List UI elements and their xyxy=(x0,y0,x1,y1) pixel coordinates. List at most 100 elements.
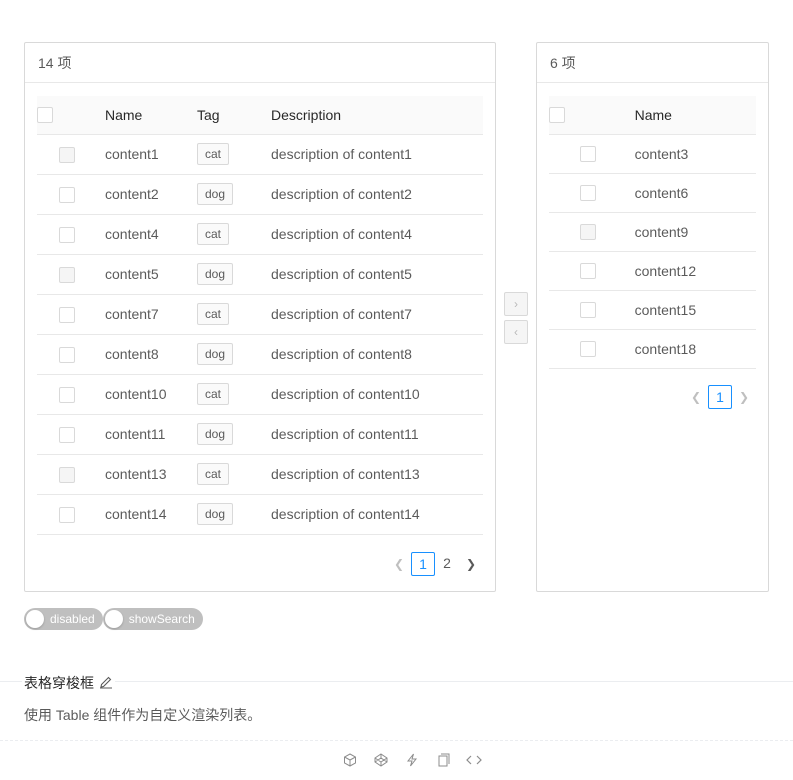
row-tag: dog xyxy=(197,183,234,205)
section-title: 表格穿梭框 xyxy=(22,673,115,693)
row-checkbox[interactable] xyxy=(59,466,75,483)
page-1[interactable]: 1 xyxy=(411,552,435,576)
row-tag: dog xyxy=(197,343,234,365)
page-1[interactable]: 1 xyxy=(708,385,732,409)
dashed-divider xyxy=(0,740,793,741)
row-name: content5 xyxy=(97,254,197,295)
code-actions xyxy=(342,752,482,768)
switch-knob xyxy=(26,610,44,628)
table-row[interactable]: content1 cat description of content1 xyxy=(37,134,483,175)
row-name: content13 xyxy=(97,454,197,495)
row-description: description of content7 xyxy=(271,294,483,335)
row-description: description of content11 xyxy=(271,414,483,455)
row-description: description of content14 xyxy=(271,494,483,535)
row-checkbox[interactable] xyxy=(59,146,75,163)
tag-column-header: Tag xyxy=(197,96,271,135)
row-tag: dog xyxy=(197,503,234,525)
chevron-left-icon: ‹ xyxy=(514,325,518,339)
source-select-all-checkbox[interactable] xyxy=(37,107,53,124)
row-tag: cat xyxy=(197,463,230,485)
source-pagination: ❮ 1 2 ❯ xyxy=(387,552,483,576)
disabled-switch[interactable]: disabled xyxy=(24,608,103,630)
copy-icon[interactable] xyxy=(435,752,451,768)
row-checkbox[interactable] xyxy=(579,185,596,202)
row-checkbox[interactable] xyxy=(59,226,75,243)
source-count: 14 项 xyxy=(38,54,72,71)
next-page-icon[interactable]: ❯ xyxy=(732,385,756,409)
row-name: content8 xyxy=(97,334,197,375)
page-2[interactable]: 2 xyxy=(435,552,459,576)
table-row[interactable]: content3 xyxy=(549,134,756,174)
row-name: content2 xyxy=(97,174,197,215)
table-row[interactable]: content5 dog description of content5 xyxy=(37,254,483,295)
row-name: content6 xyxy=(626,173,756,213)
description-column-header: Description xyxy=(271,96,483,135)
row-name: content11 xyxy=(97,414,197,455)
row-tag: dog xyxy=(197,263,234,285)
row-tag: cat xyxy=(197,143,230,165)
source-list: 14 项 Name Tag Description content1 cat des… xyxy=(24,42,496,592)
table-row[interactable]: content8 dog description of content8 xyxy=(37,334,483,375)
row-name: content18 xyxy=(626,329,756,369)
row-description: description of content13 xyxy=(271,454,483,495)
row-checkbox[interactable] xyxy=(59,386,75,403)
row-name: content9 xyxy=(626,212,756,252)
row-checkbox[interactable] xyxy=(579,224,596,241)
table-row[interactable]: content15 xyxy=(549,290,756,330)
table-row[interactable]: content6 xyxy=(549,173,756,213)
edit-icon[interactable] xyxy=(99,675,113,692)
table-row[interactable]: content14 dog description of content14 xyxy=(37,494,483,535)
row-checkbox[interactable] xyxy=(59,266,75,283)
row-checkbox[interactable] xyxy=(59,346,75,363)
row-description: description of content1 xyxy=(271,134,483,175)
row-name: content12 xyxy=(626,251,756,291)
row-name: content4 xyxy=(97,214,197,255)
source-list-header: 14 项 xyxy=(25,43,495,83)
move-to-left-button[interactable]: ‹ xyxy=(504,320,528,344)
next-page-icon[interactable]: ❯ xyxy=(459,552,483,576)
codesandbox-icon[interactable] xyxy=(342,752,358,768)
row-checkbox[interactable] xyxy=(579,302,596,319)
row-checkbox[interactable] xyxy=(579,263,596,280)
target-select-all-checkbox[interactable] xyxy=(549,107,565,124)
row-name: content7 xyxy=(97,294,197,335)
prev-page-icon[interactable]: ❮ xyxy=(684,385,708,409)
row-tag: cat xyxy=(197,223,230,245)
row-checkbox[interactable] xyxy=(59,186,75,203)
row-checkbox[interactable] xyxy=(579,146,596,163)
row-name: content1 xyxy=(97,134,197,175)
table-row[interactable]: content12 xyxy=(549,251,756,291)
row-description: description of content10 xyxy=(271,374,483,415)
table-row[interactable]: content4 cat description of content4 xyxy=(37,214,483,255)
row-name: content10 xyxy=(97,374,197,415)
show-search-switch[interactable]: showSearch xyxy=(102,608,203,630)
table-row[interactable]: content13 cat description of content13 xyxy=(37,454,483,495)
table-row[interactable]: content9 xyxy=(549,212,756,252)
row-description: description of content4 xyxy=(271,214,483,255)
target-table: Name content3 content6 content9 content12 co… xyxy=(549,96,756,369)
switch-group: disabled showSearch xyxy=(24,608,203,630)
target-count: 6 项 xyxy=(550,54,576,71)
row-tag: cat xyxy=(197,383,230,405)
code-icon[interactable] xyxy=(466,752,482,768)
table-row[interactable]: content7 cat description of content7 xyxy=(37,294,483,335)
target-pagination: ❮ 1 ❯ xyxy=(684,385,756,409)
codepen-icon[interactable] xyxy=(373,752,389,768)
table-row[interactable]: content10 cat description of content10 xyxy=(37,374,483,415)
switch-knob xyxy=(104,610,123,628)
row-checkbox[interactable] xyxy=(59,506,75,523)
table-row[interactable]: content18 xyxy=(549,329,756,369)
target-list: 6 项 Name content3 content6 content9 content… xyxy=(536,42,769,592)
section-divider xyxy=(0,681,793,682)
row-checkbox[interactable] xyxy=(579,341,596,358)
chevron-right-icon: › xyxy=(514,297,518,311)
prev-page-icon[interactable]: ❮ xyxy=(387,552,411,576)
show-search-switch-label: showSearch xyxy=(128,612,195,626)
row-tag: cat xyxy=(197,303,230,325)
table-row[interactable]: content2 dog description of content2 xyxy=(37,174,483,215)
thunderbolt-icon[interactable] xyxy=(404,752,420,768)
table-row[interactable]: content11 dog description of content11 xyxy=(37,414,483,455)
row-checkbox[interactable] xyxy=(59,306,75,323)
move-to-right-button[interactable]: › xyxy=(504,292,528,316)
row-checkbox[interactable] xyxy=(59,426,75,443)
